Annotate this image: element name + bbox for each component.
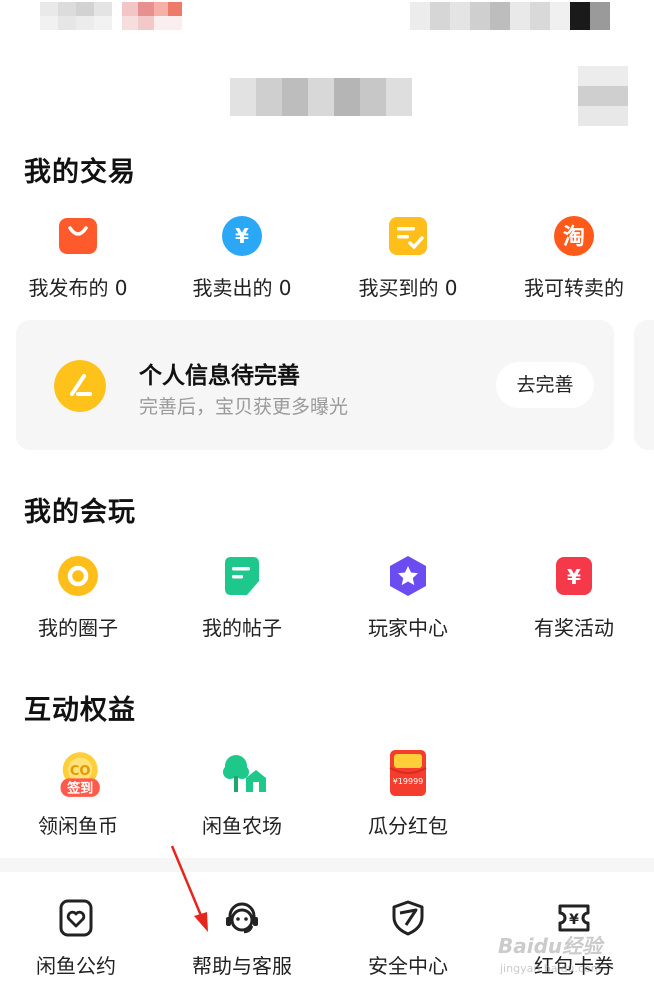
bottom-item-label: 帮助与客服 [192,954,292,978]
farm-tree-icon [223,755,266,792]
benefit-item-label: 领闲鱼币 [38,814,118,838]
shopping-bag-icon [59,218,97,254]
svg-text:¥: ¥ [569,912,579,928]
blurred-nickname [230,78,412,116]
blurred-username [40,2,112,32]
taobao-icon: 淘 [554,216,594,256]
benefit-item-label: 瓜分红包 [368,814,448,838]
section-divider [0,858,654,872]
prize-yen-icon: ¥ [556,557,592,595]
red-packet-amount: ¥19999 [393,777,424,786]
svg-text:CO: CO [70,764,91,779]
edit-pen-icon [54,360,106,412]
bottom-item-label: 安全中心 [368,954,448,978]
svg-text:¥: ¥ [567,565,581,589]
sign-in-coin-icon: CO 签到 [60,752,100,797]
post-note-icon [225,557,259,595]
yen-coin-icon: ¥ [222,216,262,256]
sign-in-badge: 签到 [66,780,93,797]
play-item-label: 玩家中心 [368,616,448,640]
baidu-watermark: Baidu经验 [498,934,603,958]
profile-completion-card[interactable]: 个人信息待完善 完善后，宝贝获更多曝光 去完善 [16,320,614,450]
play-section-title: 我的会玩 [24,497,136,528]
trade-item-label: 我可转卖的 [524,276,624,300]
bottom-item-label: 闲鱼公约 [36,954,116,978]
shield-icon [392,900,424,936]
complete-profile-button[interactable]: 去完善 [496,362,594,408]
star-hexagon-icon [390,556,426,596]
red-packet-icon: ¥19999 [389,750,427,796]
baidu-watermark-url: jingyan.baidu.com [500,962,602,975]
blurred-stats [410,2,610,32]
trade-item-label: 我发布的 0 [28,276,128,300]
trade-item-label: 我买到的 0 [358,276,458,300]
trade-section-title: 我的交易 [24,157,136,188]
play-item-label: 我的帖子 [202,616,282,640]
checklist-icon [389,217,427,255]
profile-card-title: 个人信息待完善 [139,363,300,389]
svg-text:¥: ¥ [235,224,249,248]
circle-ring-icon [58,556,98,596]
play-item-label: 我的圈子 [38,616,118,640]
play-item-label: 有奖活动 [534,616,614,640]
profile-card-subtitle: 完善后，宝贝获更多曝光 [139,396,349,418]
customer-service-icon [226,902,258,934]
benefits-section-title: 互动权益 [24,695,136,726]
svg-text:淘: 淘 [563,224,585,250]
trade-item-label: 我卖出的 0 [192,276,292,300]
benefit-item-label: 闲鱼农场 [202,814,282,838]
next-card-peek[interactable] [634,320,654,450]
convention-heart-icon [59,899,93,937]
blurred-badge [122,2,184,32]
blurred-avatar[interactable] [578,66,628,126]
